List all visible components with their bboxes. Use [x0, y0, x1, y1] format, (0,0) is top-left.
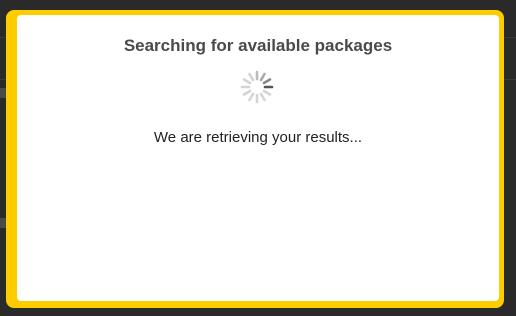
spinner-spoke: [248, 92, 255, 102]
spinner-spoke: [259, 92, 266, 102]
spinner-spoke: [262, 89, 272, 96]
loading-modal: Searching for available packages We are …: [6, 10, 504, 308]
loading-spinner-icon: [240, 70, 274, 104]
spinner-spoke: [242, 89, 252, 96]
spinner-spoke: [242, 78, 252, 85]
spinner-spoke: [248, 72, 255, 82]
spinner-spoke: [262, 78, 272, 85]
modal-title: Searching for available packages: [123, 36, 393, 55]
spinner-spoke: [259, 72, 266, 82]
status-message: We are retrieving your results...: [153, 129, 363, 146]
modal-panel: Searching for available packages We are …: [17, 15, 499, 301]
